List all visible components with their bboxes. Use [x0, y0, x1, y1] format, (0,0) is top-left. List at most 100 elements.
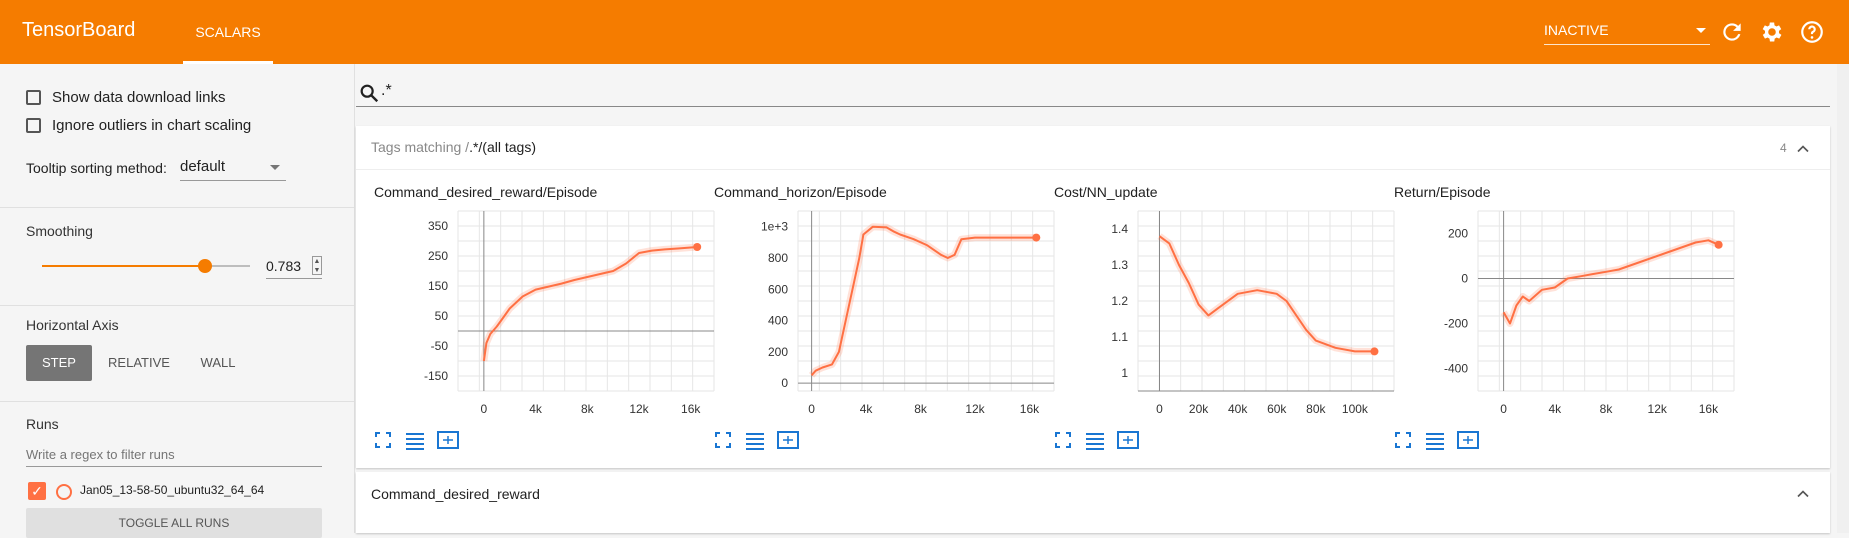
- toggle-log-scale-icon[interactable]: [746, 433, 764, 450]
- chart-2: Command_horizon/Episode 0 4k 8k 12k 16k 1e+3 80…: [714, 184, 1055, 450]
- tag-count: 4: [1780, 141, 1787, 155]
- chart-title: Return/Episode: [1394, 184, 1491, 200]
- fullscreen-icon[interactable]: [1055, 432, 1071, 448]
- series-raw-band: [1157, 233, 1375, 355]
- y-tick-label: -200: [1444, 317, 1468, 331]
- chevron-up-icon[interactable]: [1793, 139, 1813, 159]
- y-tick-label: 400: [768, 314, 788, 328]
- show-download-links-checkbox[interactable]: [26, 90, 41, 105]
- chart-4: Return/Episode 0 4k 8k 12k 16k 200 0 -200 -400: [1394, 184, 1735, 450]
- tag-group-title[interactable]: Command_desired_reward: [371, 486, 540, 502]
- axis-relative-button[interactable]: RELATIVE: [100, 345, 178, 381]
- x-tick-label: 20k: [1189, 402, 1209, 416]
- fullscreen-icon[interactable]: [715, 432, 731, 448]
- lines-icon-shape: [1086, 433, 1104, 450]
- series-end-point: [693, 243, 702, 251]
- search-icon: [360, 84, 379, 103]
- tag-group-suffix: /(all tags): [478, 139, 536, 155]
- x-tick-label: 4k: [860, 402, 874, 416]
- lines-icon-shape: [746, 433, 764, 450]
- scrollbar[interactable]: [1837, 64, 1849, 533]
- y-tick-label: 1.3: [1111, 258, 1128, 272]
- y-tick-label: 1.4: [1111, 222, 1128, 236]
- gear-icon[interactable]: [1759, 19, 1785, 45]
- tooltip-sorting-label: Tooltip sorting method:: [26, 160, 167, 176]
- fit-domain-cross: [1463, 436, 1473, 444]
- y-tick-label: 1.2: [1111, 294, 1128, 308]
- series-end-point: [1032, 233, 1041, 242]
- x-tick-label: 0: [1156, 402, 1163, 416]
- y-tick-label: 600: [768, 282, 788, 296]
- axis-step-button[interactable]: STEP: [26, 345, 92, 381]
- chevron-up-icon[interactable]: [1793, 484, 1813, 504]
- y-tick-label: -150: [424, 369, 448, 383]
- y-tick-label: 150: [428, 279, 448, 293]
- tooltip-sorting-select[interactable]: default: [180, 154, 286, 181]
- tag-group-header[interactable]: Tags matching /.*/(all tags): [371, 139, 536, 155]
- fit-domain-icon[interactable]: [777, 431, 799, 449]
- smoothing-value: 0.783: [266, 258, 302, 274]
- fit-domain-icon[interactable]: [1117, 431, 1139, 449]
- run-status-value: INACTIVE: [1544, 22, 1609, 38]
- fullscreen-icon-shape: [1395, 432, 1411, 448]
- main-content: .* Tags matching /.*/(all tags) 4 Comman…: [356, 64, 1849, 533]
- fullscreen-icon[interactable]: [375, 432, 391, 448]
- smoothing-slider-handle[interactable]: [197, 259, 212, 273]
- divider: [0, 401, 354, 402]
- smoothing-title: Smoothing: [26, 223, 93, 239]
- smoothing-input[interactable]: 0.783 ▲ ▼: [266, 254, 322, 279]
- tag-group-all: Tags matching /.*/(all tags) 4 Command_d…: [356, 126, 1830, 468]
- x-tick-label: 80k: [1306, 402, 1326, 416]
- fit-domain-icon[interactable]: [1457, 431, 1479, 449]
- y-tick-label: -400: [1444, 362, 1468, 376]
- toggle-log-scale-icon[interactable]: [1086, 433, 1104, 450]
- y-tick-label: 1: [1121, 366, 1128, 380]
- lines-icon-shape: [406, 433, 424, 450]
- chart-title: Command_horizon/Episode: [714, 184, 887, 200]
- x-tick-label: 16k: [1020, 402, 1040, 416]
- stepper-icon[interactable]: ▲ ▼: [312, 256, 322, 275]
- x-tick-label: 16k: [1699, 402, 1719, 416]
- lines-icon-shape: [1426, 433, 1444, 450]
- x-tick-label: 40k: [1228, 402, 1248, 416]
- y-tick-label: 250: [428, 249, 448, 263]
- divider: [0, 207, 354, 208]
- x-tick-label: 0: [1500, 402, 1507, 416]
- tab-scalars[interactable]: SCALARS: [183, 0, 273, 64]
- chart-title: Command_desired_reward/Episode: [374, 184, 598, 200]
- search-input[interactable]: .*: [381, 82, 392, 100]
- runs-title: Runs: [26, 416, 59, 432]
- y-tick-label: 0: [1461, 272, 1468, 286]
- fit-domain-icon[interactable]: [437, 431, 459, 449]
- fullscreen-icon-shape: [715, 432, 731, 448]
- chevron-down-icon: [1696, 28, 1706, 33]
- series-line: [1502, 239, 1720, 325]
- refresh-icon[interactable]: [1719, 19, 1745, 45]
- run-status-select[interactable]: INACTIVE: [1544, 16, 1710, 45]
- top-bar: TensorBoard SCALARS INACTIVE: [0, 0, 1849, 64]
- y-tick-label: -50: [431, 339, 449, 353]
- x-tick-label: 4k: [529, 402, 543, 416]
- fit-domain-cross: [783, 436, 793, 444]
- help-icon[interactable]: [1799, 19, 1825, 45]
- run-checkbox[interactable]: ✓: [28, 482, 46, 500]
- x-tick-label: 16k: [681, 402, 701, 416]
- y-tick-label: 1.1: [1111, 330, 1128, 344]
- search-underline: [356, 106, 1830, 107]
- runs-filter-input[interactable]: [26, 442, 322, 467]
- smoothing-slider[interactable]: [42, 259, 250, 273]
- show-download-links-label: Show data download links: [52, 89, 226, 106]
- smoothing-slider-fill: [42, 265, 205, 267]
- axis-wall-button[interactable]: WALL: [188, 345, 248, 381]
- ignore-outliers-checkbox[interactable]: [26, 118, 41, 133]
- x-tick-label: 12k: [965, 402, 985, 416]
- toggle-all-runs-button[interactable]: TOGGLE ALL RUNS: [26, 508, 322, 538]
- toggle-log-scale-icon[interactable]: [1426, 433, 1444, 450]
- ignore-outliers-label: Ignore outliers in chart scaling: [52, 117, 252, 134]
- toggle-log-scale-icon[interactable]: [406, 433, 424, 450]
- fullscreen-icon-shape: [1055, 432, 1071, 448]
- run-name: Jan05_13-58-50_ubuntu32_64_64: [80, 483, 265, 497]
- fullscreen-icon[interactable]: [1395, 432, 1411, 448]
- x-tick-label: 4k: [1548, 402, 1562, 416]
- x-tick-label: 12k: [629, 402, 649, 416]
